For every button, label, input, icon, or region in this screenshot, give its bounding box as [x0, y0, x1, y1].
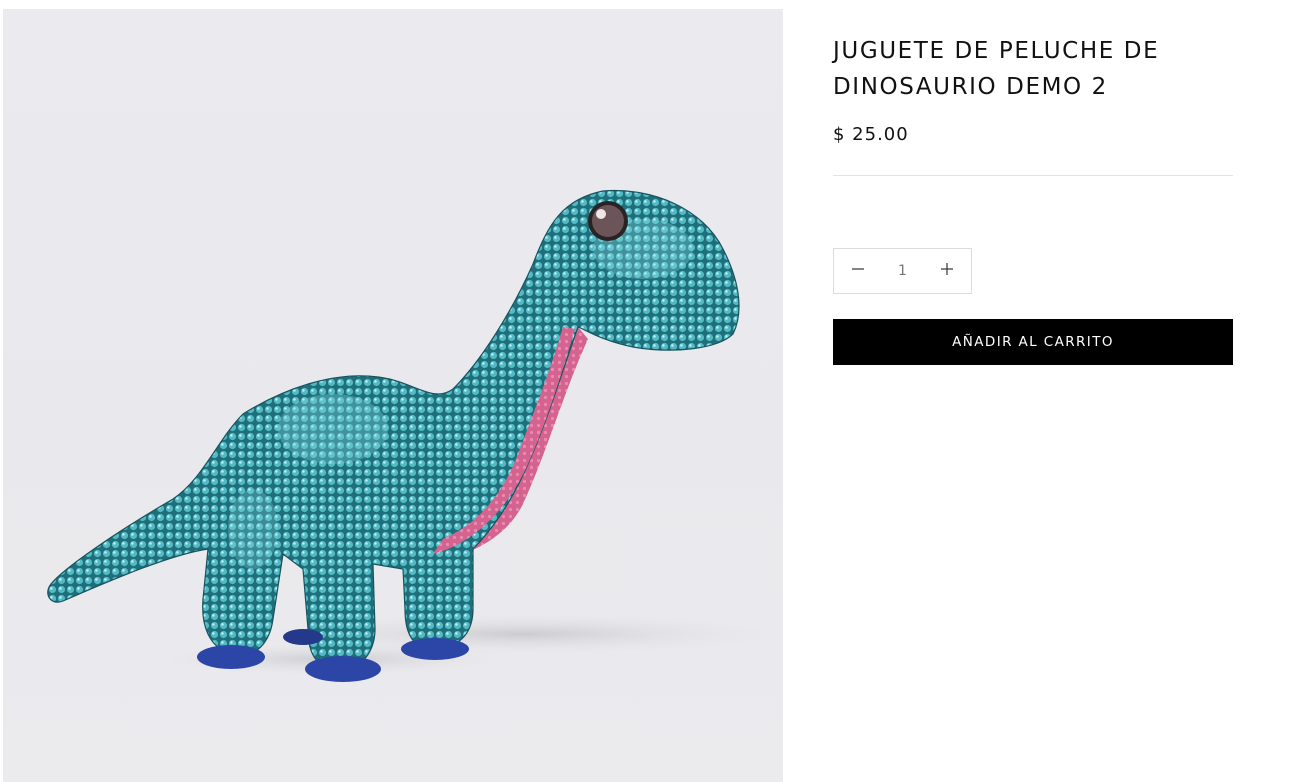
quantity-stepper: 1	[833, 248, 972, 294]
minus-icon	[852, 262, 864, 280]
product-title: JUGUETE DE PELUCHE DE DINOSAURIO DEMO 2	[833, 38, 1160, 100]
add-to-cart-button[interactable]: AÑADIR AL CARRITO	[833, 319, 1233, 365]
dinosaur-plush-illustration	[47, 189, 783, 682]
product-image[interactable]	[3, 9, 783, 782]
product-page: JUGUETE DE PELUCHE DE DINOSAURIO DEMO 2 …	[0, 0, 1301, 782]
product-price: $ 25.00	[833, 124, 909, 145]
increase-quantity-button[interactable]	[923, 249, 971, 293]
divider	[833, 175, 1233, 176]
plus-icon	[941, 262, 953, 280]
decrease-quantity-button[interactable]	[834, 249, 882, 293]
quantity-value[interactable]: 1	[882, 263, 923, 279]
